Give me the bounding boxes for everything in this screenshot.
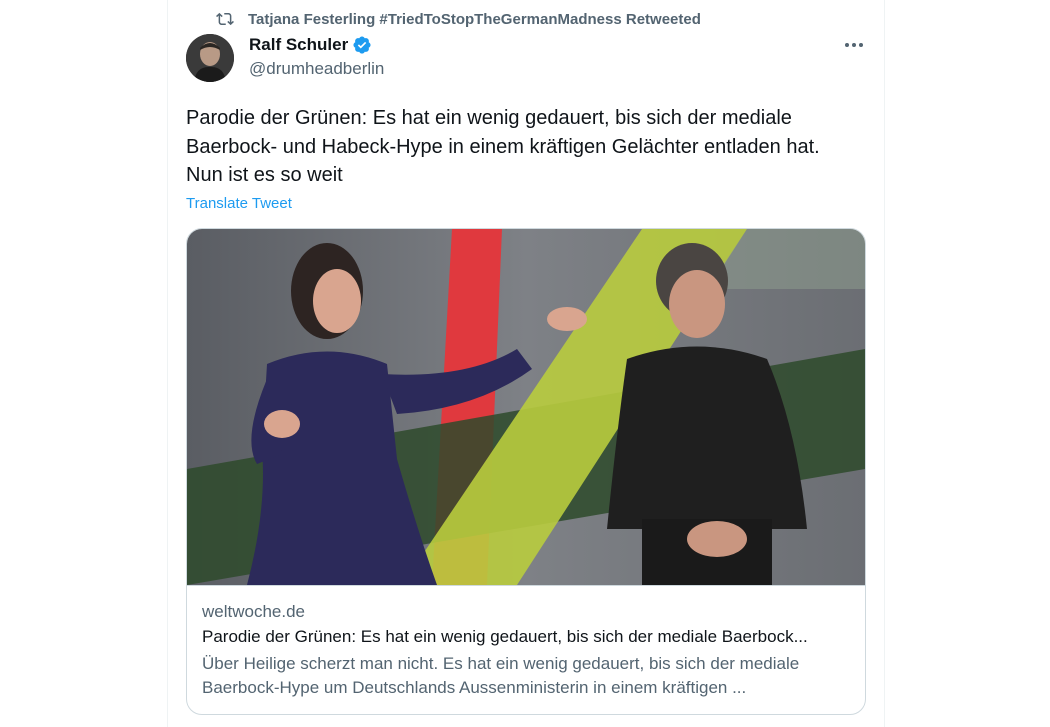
- card-description: Über Heilige scherzt man nicht. Es hat e…: [202, 654, 800, 697]
- ellipsis-icon: [845, 43, 863, 47]
- retweet-icon: [216, 12, 234, 26]
- author-display-name[interactable]: Ralf Schuler: [249, 35, 348, 55]
- translate-tweet-link[interactable]: Translate Tweet: [186, 195, 292, 212]
- verified-badge-icon: [353, 36, 371, 54]
- author-handle[interactable]: @drumheadberlin: [249, 59, 384, 79]
- avatar[interactable]: [186, 34, 234, 82]
- tweet-text: Parodie der Grünen: Es hat ein wenig ged…: [186, 107, 820, 186]
- card-title: Parodie der Grünen: Es hat ein wenig ged…: [202, 627, 808, 646]
- author-name-row[interactable]: Ralf Schuler: [249, 34, 372, 56]
- card-divider: [187, 585, 865, 586]
- retweet-label: Tatjana Festerling #TriedToStopTheGerman…: [248, 10, 701, 28]
- retweet-context[interactable]: Tatjana Festerling #TriedToStopTheGerman…: [216, 8, 701, 30]
- card-domain: weltwoche.de: [202, 602, 306, 621]
- card-image: [187, 229, 865, 585]
- avatar-photo: [186, 34, 234, 82]
- link-preview-card[interactable]: weltwoche.de Parodie der Grünen: Es hat …: [186, 228, 866, 715]
- more-options-icon[interactable]: [840, 34, 868, 56]
